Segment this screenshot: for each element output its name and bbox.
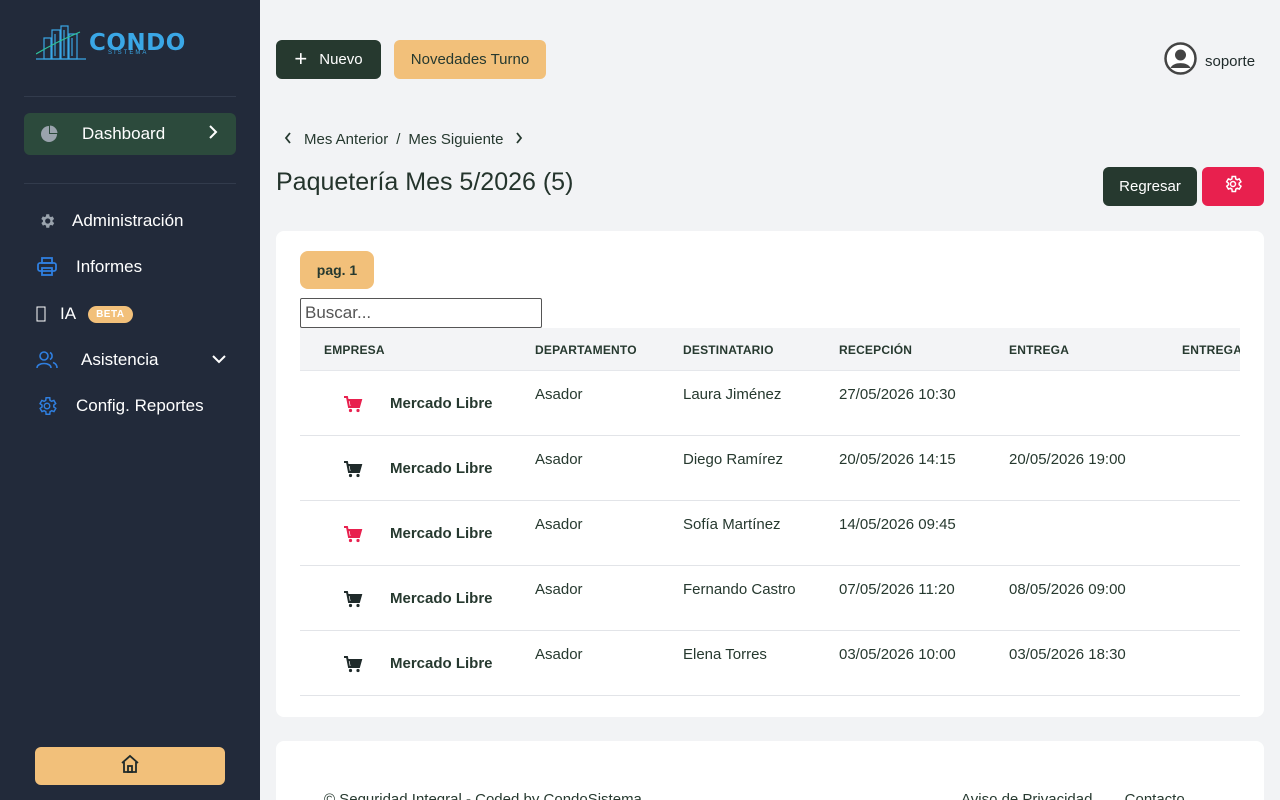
sidebar-item-label: Asistencia <box>81 350 159 369</box>
buildings-logo-icon <box>36 25 86 60</box>
department-cell: Asador <box>535 516 583 533</box>
footer-copyright: © Seguridad Integral - Coded by CondoSis… <box>324 791 642 800</box>
back-button-label: Regresar <box>1119 178 1181 195</box>
table-row[interactable]: Mercado Libre Asador Diego Ramírez 20/05/20… <box>300 436 1240 501</box>
beta-badge: BETA <box>88 305 133 323</box>
shopping-cart-icon <box>344 526 363 543</box>
received-date-cell: 03/05/2026 10:00 <box>839 646 956 663</box>
column-header-recepcion[interactable]: RECEPCIÓN <box>839 343 912 357</box>
sidebar-item-dashboard[interactable]: Dashboard <box>24 113 236 155</box>
contact-link[interactable]: Contacto <box>1125 791 1185 800</box>
back-button[interactable]: Regresar <box>1103 167 1197 206</box>
chevron-down-icon[interactable] <box>212 351 226 369</box>
sidebar-item-label: Config. Reportes <box>76 396 204 415</box>
sidebar: CONDO SISTEMA Dashboard Administración I… <box>0 0 260 800</box>
next-month-link[interactable]: Mes Siguiente <box>408 131 503 148</box>
novedades-turno-label: Novedades Turno <box>410 51 530 68</box>
column-header-entregado[interactable]: ENTREGADO <box>1182 343 1240 357</box>
delivered-date-cell: 03/05/2026 18:30 <box>1009 646 1126 663</box>
previous-month-link[interactable]: Mes Anterior <box>304 131 388 148</box>
chevron-right-icon <box>208 124 218 144</box>
users-icon <box>36 349 58 371</box>
home-button[interactable] <box>35 747 225 785</box>
footer: © Seguridad Integral - Coded by CondoSis… <box>276 741 1264 800</box>
new-button-label: Nuevo <box>319 51 363 68</box>
column-header-entrega[interactable]: ENTREGA <box>1009 343 1069 357</box>
department-cell: Asador <box>535 386 583 403</box>
delivered-date-cell: 08/05/2026 09:00 <box>1009 581 1126 598</box>
novedades-turno-button[interactable]: Novedades Turno <box>394 40 546 79</box>
user-menu[interactable]: soporte <box>1164 42 1255 80</box>
privacy-link[interactable]: Aviso de Privacidad <box>961 791 1092 800</box>
brand-sub: SISTEMA <box>108 50 149 56</box>
sidebar-divider <box>24 96 236 97</box>
sidebar-divider <box>24 183 236 184</box>
packages-table: EMPRESA DEPARTAMENTO DESTINATARIO RECEPC… <box>300 328 1240 698</box>
footer-links: Aviso de Privacidad Contacto <box>961 791 1213 800</box>
department-cell: Asador <box>535 451 583 468</box>
breadcrumb-separator: / <box>396 131 401 148</box>
plus-icon: + <box>294 45 308 71</box>
company-cell: Mercado Libre <box>390 655 493 672</box>
settings-icon <box>36 395 58 417</box>
recipient-cell: Sofía Martínez <box>683 516 781 533</box>
home-icon <box>120 754 140 779</box>
gear-icon <box>36 210 58 232</box>
table-row[interactable]: Mercado Libre Asador Elena Torres 03/05/202… <box>300 631 1240 696</box>
chevron-left-icon[interactable] <box>284 131 292 148</box>
received-date-cell: 20/05/2026 14:15 <box>839 451 956 468</box>
printer-icon <box>36 256 58 278</box>
username: soporte <box>1205 52 1256 70</box>
delivered-date-cell: 20/05/2026 19:00 <box>1009 451 1126 468</box>
sidebar-item-informes[interactable]: Informes <box>36 254 142 280</box>
search-input[interactable] <box>300 298 542 328</box>
company-cell: Mercado Libre <box>390 590 493 607</box>
chevron-right-icon[interactable] <box>515 131 523 148</box>
shopping-cart-icon <box>344 461 363 478</box>
column-header-destinatario[interactable]: DESTINATARIO <box>683 343 774 357</box>
received-date-cell: 27/05/2026 10:30 <box>839 386 956 403</box>
sidebar-item-administracion[interactable]: Administración <box>36 208 184 234</box>
breadcrumb: Mes Anterior / Mes Siguiente <box>284 131 523 148</box>
sidebar-item-label: Administración <box>72 211 184 230</box>
brand-logo[interactable]: CONDO SISTEMA <box>36 24 186 64</box>
user-avatar-icon <box>1164 42 1197 80</box>
sidebar-item-label: Informes <box>76 257 143 276</box>
sidebar-item-ia[interactable]: IA BETA <box>36 301 133 327</box>
settings-button[interactable] <box>1202 167 1264 206</box>
shopping-cart-icon <box>344 591 363 608</box>
shopping-cart-icon <box>344 656 363 673</box>
received-date-cell: 14/05/2026 09:45 <box>839 516 956 533</box>
gear-icon <box>1223 174 1243 199</box>
page-1-tab[interactable]: pag. 1 <box>300 251 374 289</box>
recipient-cell: Laura Jiménez <box>683 386 782 403</box>
recipient-cell: Diego Ramírez <box>683 451 784 468</box>
table-row[interactable]: Mercado Libre Asador Laura Jiménez 27/05/20… <box>300 371 1240 436</box>
shopping-cart-icon <box>344 396 363 413</box>
recipient-cell: Elena Torres <box>683 646 767 663</box>
company-cell: Mercado Libre <box>390 525 493 542</box>
department-cell: Asador <box>535 646 583 663</box>
sidebar-item-asistencia[interactable]: Asistencia <box>36 347 226 373</box>
packages-card: pag. 1 EMPRESA DEPARTAMENTO DESTINATARIO… <box>276 231 1264 717</box>
department-cell: Asador <box>535 581 583 598</box>
page-title: Paquetería Mes 5/2026 (5) <box>276 168 574 196</box>
new-button[interactable]: + Nuevo <box>276 40 381 79</box>
column-header-departamento[interactable]: DEPARTAMENTO <box>535 343 637 357</box>
ai-icon <box>36 303 46 325</box>
company-cell: Mercado Libre <box>390 395 493 412</box>
pie-chart-icon <box>38 123 60 145</box>
table-row[interactable]: Mercado Libre Asador Fernando Castro 07/05/… <box>300 566 1240 631</box>
sidebar-item-label: Dashboard <box>82 124 166 143</box>
table-row[interactable]: Mercado Libre Asador Sofía Martínez 14/05/2… <box>300 501 1240 566</box>
sidebar-item-label: IA <box>60 304 77 323</box>
sidebar-item-config-reportes[interactable]: Config. Reportes <box>36 393 204 419</box>
company-cell: Mercado Libre <box>390 460 493 477</box>
recipient-cell: Fernando Castro <box>683 581 796 598</box>
table-header: EMPRESA DEPARTAMENTO DESTINATARIO RECEPC… <box>300 328 1240 371</box>
received-date-cell: 07/05/2026 11:20 <box>839 581 955 598</box>
column-header-empresa[interactable]: EMPRESA <box>324 343 385 357</box>
